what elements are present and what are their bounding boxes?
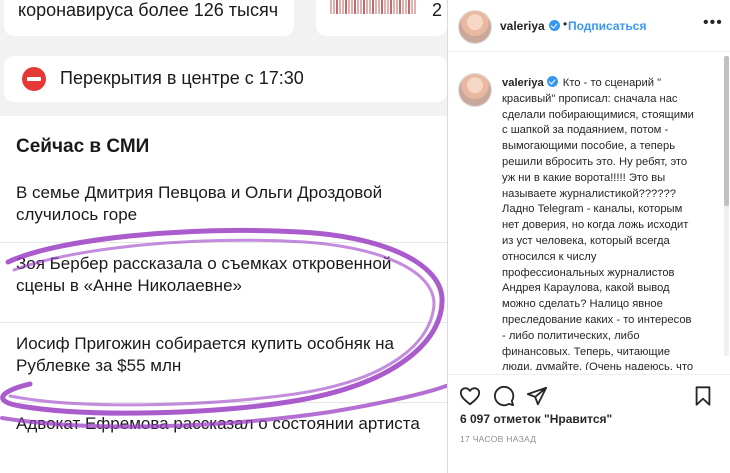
caption-text: Кто - то сценарий " красивый" прописал: …	[502, 77, 694, 370]
no-entry-icon	[22, 67, 46, 91]
top-news-card: коронавируса более 126 тысяч	[4, 0, 294, 36]
header-username[interactable]: valeriya	[500, 19, 545, 33]
top-chart-number: 2	[432, 0, 443, 20]
news-item[interactable]: Зоя Бербер рассказала о съемках откровен…	[0, 242, 447, 322]
closure-alert-text: Перекрытия в центре с 17:30	[60, 68, 304, 88]
closure-alert[interactable]: Перекрытия в центре с 17:30	[4, 56, 447, 102]
news-item[interactable]: В семье Дмитрия Певцова и Ольги Дроздово…	[0, 172, 447, 252]
news-item[interactable]: Иосиф Пригожин собирается купить особняк…	[0, 322, 447, 402]
post-timestamp[interactable]: 17 ЧАСОВ НАЗАД	[460, 434, 536, 444]
heart-icon[interactable]	[459, 385, 481, 407]
top-chart-card: 2	[316, 0, 447, 36]
comment-icon[interactable]	[493, 385, 515, 407]
avatar[interactable]	[459, 11, 491, 43]
caption-username[interactable]: valeriya	[502, 77, 544, 89]
top-news-text: коронавируса более 126 тысяч	[18, 0, 279, 20]
post-actions	[448, 374, 730, 416]
more-options-icon[interactable]: •••	[703, 14, 723, 32]
instagram-post-panel: valeriya • Подписаться ••• valeriya Кто …	[447, 0, 730, 473]
separator-dot: •	[563, 17, 568, 31]
bookmark-icon[interactable]	[692, 385, 714, 407]
post-caption: valeriya Кто - то сценарий " красивый" п…	[502, 76, 698, 370]
news-item-title: В семье Дмитрия Певцова и Ольги Дроздово…	[16, 183, 383, 224]
news-section: Сейчас в СМИ В семье Дмитрия Певцова и О…	[0, 116, 447, 473]
follow-button[interactable]: Подписаться	[568, 19, 646, 33]
likes-count[interactable]: 6 097 отметок "Нравится"	[460, 412, 612, 426]
news-item-title: Адвокат Ефремова рассказал о состоянии а…	[16, 414, 420, 433]
share-icon[interactable]	[526, 385, 548, 407]
verified-badge-icon	[549, 20, 560, 31]
caption-avatar[interactable]	[459, 74, 491, 106]
news-item[interactable]: Адвокат Ефремова рассказал о состоянии а…	[0, 402, 447, 473]
mini-bar-chart	[330, 0, 418, 14]
section-heading: Сейчас в СМИ	[16, 136, 150, 157]
caption-scrollbar[interactable]	[724, 56, 729, 356]
news-item-title: Зоя Бербер рассказала о съемках откровен…	[16, 254, 392, 295]
news-item-title: Иосиф Пригожин собирается купить особняк…	[16, 334, 394, 375]
post-header: valeriya • Подписаться •••	[448, 0, 730, 52]
verified-badge-icon	[546, 76, 558, 87]
news-screenshot: коронавируса более 126 тысяч 2 Перекрыти…	[0, 0, 447, 473]
